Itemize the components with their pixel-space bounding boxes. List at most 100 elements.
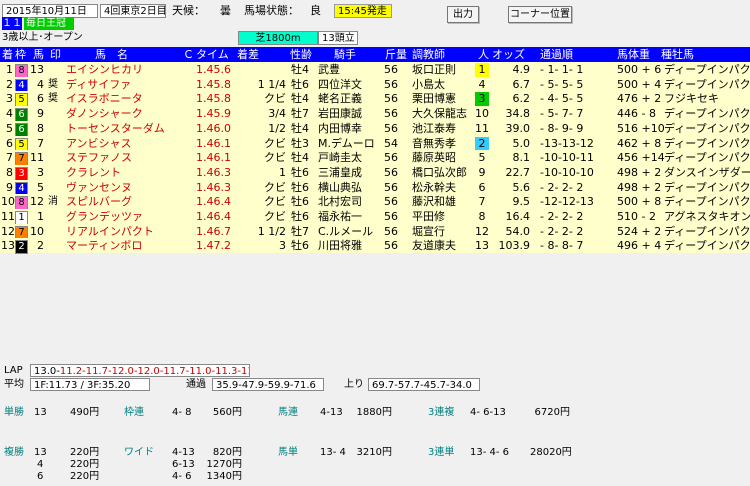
time-cell: 1.45.8 — [196, 92, 231, 106]
trainer-cell: 堀宣行 — [412, 224, 445, 238]
weight-cell: 56 — [384, 224, 398, 238]
corner-position-button[interactable]: コーナー位置 — [508, 6, 572, 23]
arrival-cell: 2 — [6, 77, 13, 91]
wakuren-number: 4- 8 — [172, 407, 192, 418]
output-button[interactable]: 出力 — [447, 6, 479, 23]
passing-cell: - 5- 5- 5 — [540, 77, 584, 91]
passing-cell: -12-12-13 — [540, 195, 594, 209]
jockey-cell: 内田博幸 — [318, 121, 362, 135]
average-times: 1F:11.73 / 3F:35.20 — [30, 378, 150, 391]
umaren-label: 馬連 — [278, 407, 298, 418]
margin-cell: クビ — [264, 92, 286, 106]
jockey-cell: 四位洋文 — [318, 77, 362, 91]
col-weight: 斤量 — [385, 48, 407, 61]
popularity-cell: 2 — [475, 136, 489, 151]
horse-name-cell: トーセンスターダム — [66, 121, 165, 135]
horse-name-cell: スピルバーグ — [66, 195, 132, 209]
table-row[interactable]: 10 8 12 消スピルバーグ 1.46.4 クビ 牡6 北村宏司 56 藤沢和雄 7 9.5 -12-… — [0, 194, 750, 211]
col-mark: 印 — [50, 48, 61, 61]
col-popularity: 人 — [478, 48, 489, 61]
race-name: 毎日王冠 — [24, 17, 74, 30]
sex-age-cell: 牡4 — [291, 92, 309, 106]
margin-cell: 1 1/2 — [257, 224, 286, 238]
arrival-cell: 13 — [1, 239, 15, 253]
sex-age-cell: 牡6 — [291, 239, 309, 253]
col-umaban: 馬 — [33, 48, 44, 61]
col-sex-age: 性齢 — [290, 48, 312, 61]
passing-cell: - 2- 2- 2 — [540, 224, 584, 238]
umaban-cell: 3 — [37, 165, 44, 179]
sex-age-cell: 牡6 — [291, 165, 309, 179]
table-row[interactable]: 3 5 6 奨イスラボニータ 1.45.8 クビ 牡4 蛯名正義 56 栗田博憲 3 6.2- 4- … — [0, 91, 750, 108]
sex-age-cell: 牡6 — [291, 77, 309, 91]
col-trainer: 調教師 — [412, 48, 445, 61]
sire-cell: ディープインパクト — [664, 195, 750, 209]
sire-cell: ディープインパクト — [664, 239, 750, 253]
margin-cell: 1/2 — [268, 121, 286, 135]
body-weight-cell: 498 + 2 — [617, 165, 662, 179]
weight-cell: 56 — [384, 151, 398, 165]
body-weight-cell: 500 + 4 — [617, 77, 662, 91]
weight-cell: 56 — [384, 180, 398, 194]
trainer-cell: 大久保龍志 — [412, 107, 467, 121]
odds-cell: 5.0 — [512, 136, 531, 150]
umatan-payout: 3210円 — [356, 447, 392, 458]
results-table-header: 着 枠 馬 印 馬 名 Ｃ タイム 着差 性齢 騎手 斤量 調教師 人 オッズ … — [0, 47, 750, 62]
weather-label: 天候： — [172, 4, 205, 17]
body-weight-cell: 498 + 2 — [617, 180, 662, 194]
lap-label: LAP — [4, 365, 23, 376]
body-weight-cell: 524 + 2 — [617, 224, 662, 238]
popularity-cell: 12 — [475, 224, 489, 238]
time-cell: 1.46.3 — [196, 165, 231, 179]
passing-cell: - 4- 5- 5 — [540, 92, 584, 106]
horse-name-cell: ディサイファ — [66, 77, 132, 91]
odds-cell: 6.7 — [512, 77, 531, 91]
popularity-cell: 4 — [478, 77, 486, 91]
odds-cell: 54.0 — [505, 224, 531, 238]
umaren-payout: 1880円 — [356, 407, 392, 418]
passing-cell: -13-13-12 — [540, 136, 594, 150]
table-row[interactable]: 6 5 7 アンビシャス 1.46.1 クビ 牡3 M.デムーロ 54 音無秀孝 2 5.0 -13-1… — [0, 135, 750, 152]
table-row[interactable]: 8 3 3 クラレント 1.46.3 1 牡6 三浦皇成 56 橋口弘次郎 9 22.7 -10-10-… — [0, 164, 750, 181]
body-weight-cell: 446 - 8 — [617, 107, 656, 121]
sex-age-cell: 牡6 — [291, 210, 309, 223]
table-row[interactable]: 4 6 9 ダノンシャーク 1.45.9 3/4 牡7 岩田康誠 56 大久保龍志 10 34.8- … — [0, 106, 750, 123]
body-weight-cell: 500 + 8 — [617, 195, 662, 209]
sanrentan-payout: 28020円 — [530, 447, 572, 458]
margin-cell: クビ — [264, 180, 286, 194]
passing-cell: - 5- 7- 7 — [540, 107, 584, 121]
margin-cell: 1 — [279, 165, 286, 179]
time-cell: 1.45.9 — [196, 107, 231, 121]
table-row[interactable]: 12 7 10 リアルインパクト 1.46.7 1 1/2 牡7 C.ルメール 56 堀宣行 12 5… — [0, 223, 750, 240]
time-cell: 1.47.2 — [196, 239, 231, 253]
odds-cell: 34.8 — [505, 107, 531, 121]
sire-cell: ディープインパクト — [664, 224, 750, 238]
lap-first-split: 13.0- — [34, 366, 60, 377]
time-cell: 1.46.1 — [196, 151, 231, 165]
body-weight-cell: 462 + 8 — [617, 136, 662, 150]
jockey-cell: 横山典弘 — [318, 180, 362, 194]
horse-name-cell: マーティンボロ — [66, 239, 143, 253]
table-row[interactable]: 5 6 8 トーセンスターダム 1.46.0 1/2 牡4 内田博幸 56 池江泰寿 11 39.0-… — [0, 120, 750, 137]
race-number: １１Ｒ — [2, 17, 32, 30]
margin-cell: クビ — [264, 151, 286, 165]
table-row[interactable]: 7 7 11 ステファノス 1.46.1 クビ 牡4 戸崎圭太 56 藤原英昭 5 8.1 -10-10… — [0, 150, 750, 167]
table-row[interactable]: 2 4 4 奨ディサイファ 1.45.8 1 1/4 牡6 四位洋文 56 小島太 4 6.7- 5-… — [0, 76, 750, 93]
sex-age-cell: 牡7 — [291, 107, 309, 121]
table-row[interactable]: 13 2 2 マーティンボロ 1.47.2 3 牡6 川田将雅 56 友道康夫 13 103.9- 8… — [0, 238, 750, 255]
jockey-cell: M.デムーロ — [318, 136, 375, 150]
table-row[interactable]: 11 1 1 グランデッツァ 1.46.4 クビ 牡6 福永祐一 56 平田修 8 16.4- 2- … — [0, 209, 750, 225]
umaban-cell: 5 — [37, 180, 44, 194]
time-cell: 1.45.8 — [196, 77, 231, 91]
table-row[interactable]: 9 4 5 ヴァンセンヌ 1.46.3 クビ 牡6 横山典弘 56 松永幹夫 6 5.6- 2- 2-… — [0, 179, 750, 196]
table-row[interactable]: 1 8 13 エイシンヒカリ 1.45.6 牡4 武豊 56 坂口正則 1 4.9- 1- 1- 1… — [0, 62, 750, 78]
umaban-cell: 8 — [37, 121, 44, 135]
popularity-cell: 7 — [478, 195, 486, 209]
popularity-cell: 3 — [475, 92, 489, 107]
col-margin: 着差 — [237, 48, 259, 61]
sire-cell: ディープインパクト — [664, 151, 750, 165]
time-cell: 1.46.3 — [196, 180, 231, 194]
sire-cell: ダンスインザダーク — [664, 165, 750, 179]
passing-cell: - 1- 1- 1 — [540, 63, 584, 76]
col-waku: 枠 — [15, 48, 26, 61]
